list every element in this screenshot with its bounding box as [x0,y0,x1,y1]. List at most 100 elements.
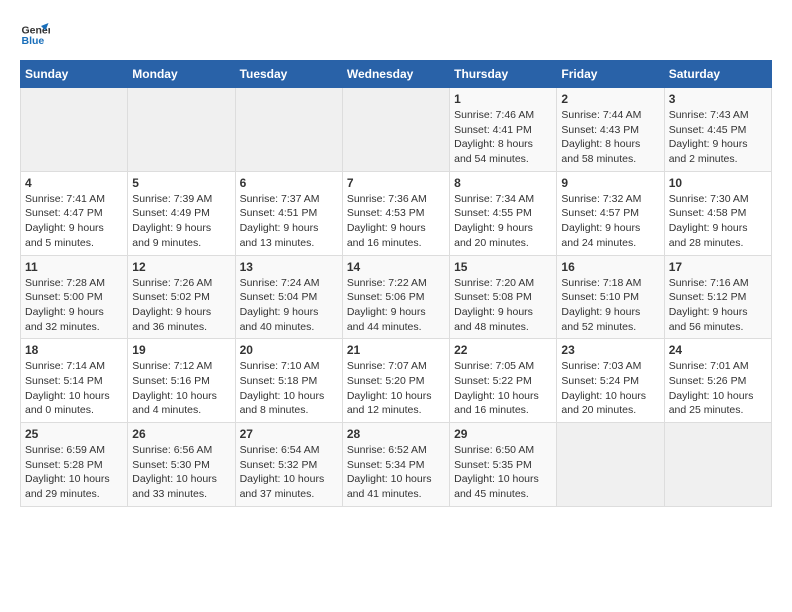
day-info: Sunrise: 7:39 AM Sunset: 4:49 PM Dayligh… [132,192,230,251]
calendar-cell: 28 Sunrise: 6:52 AM Sunset: 5:34 PM Dayli… [342,423,449,507]
calendar-week-row: 11 Sunrise: 7:28 AM Sunset: 5:00 PM Dayli… [21,255,772,339]
calendar-cell [664,423,771,507]
weekday-header: Sunday [21,61,128,88]
day-number: 25 [25,427,123,441]
day-number: 23 [561,343,659,357]
day-number: 9 [561,176,659,190]
day-number: 26 [132,427,230,441]
day-number: 29 [454,427,552,441]
day-info: Sunrise: 7:24 AM Sunset: 5:04 PM Dayligh… [240,276,338,335]
calendar-cell: 15 Sunrise: 7:20 AM Sunset: 5:08 PM Dayli… [450,255,557,339]
day-info: Sunrise: 7:01 AM Sunset: 5:26 PM Dayligh… [669,359,767,418]
calendar-cell: 1 Sunrise: 7:46 AM Sunset: 4:41 PM Daylig… [450,88,557,172]
calendar-cell: 9 Sunrise: 7:32 AM Sunset: 4:57 PM Daylig… [557,171,664,255]
calendar-cell: 16 Sunrise: 7:18 AM Sunset: 5:10 PM Dayli… [557,255,664,339]
calendar-week-row: 4 Sunrise: 7:41 AM Sunset: 4:47 PM Daylig… [21,171,772,255]
day-info: Sunrise: 6:54 AM Sunset: 5:32 PM Dayligh… [240,443,338,502]
day-number: 16 [561,260,659,274]
day-info: Sunrise: 7:20 AM Sunset: 5:08 PM Dayligh… [454,276,552,335]
day-info: Sunrise: 7:12 AM Sunset: 5:16 PM Dayligh… [132,359,230,418]
weekday-header: Monday [128,61,235,88]
day-info: Sunrise: 7:43 AM Sunset: 4:45 PM Dayligh… [669,108,767,167]
calendar: SundayMondayTuesdayWednesdayThursdayFrid… [20,60,772,507]
day-number: 24 [669,343,767,357]
day-info: Sunrise: 7:30 AM Sunset: 4:58 PM Dayligh… [669,192,767,251]
day-info: Sunrise: 7:28 AM Sunset: 5:00 PM Dayligh… [25,276,123,335]
day-info: Sunrise: 7:22 AM Sunset: 5:06 PM Dayligh… [347,276,445,335]
day-info: Sunrise: 7:03 AM Sunset: 5:24 PM Dayligh… [561,359,659,418]
day-number: 4 [25,176,123,190]
day-info: Sunrise: 7:41 AM Sunset: 4:47 PM Dayligh… [25,192,123,251]
calendar-cell: 29 Sunrise: 6:50 AM Sunset: 5:35 PM Dayli… [450,423,557,507]
calendar-cell: 7 Sunrise: 7:36 AM Sunset: 4:53 PM Daylig… [342,171,449,255]
day-info: Sunrise: 7:05 AM Sunset: 5:22 PM Dayligh… [454,359,552,418]
day-number: 5 [132,176,230,190]
day-number: 28 [347,427,445,441]
day-number: 18 [25,343,123,357]
day-number: 19 [132,343,230,357]
weekday-header: Thursday [450,61,557,88]
day-info: Sunrise: 7:36 AM Sunset: 4:53 PM Dayligh… [347,192,445,251]
day-number: 12 [132,260,230,274]
weekday-header: Friday [557,61,664,88]
calendar-cell: 27 Sunrise: 6:54 AM Sunset: 5:32 PM Dayli… [235,423,342,507]
day-number: 6 [240,176,338,190]
calendar-week-row: 1 Sunrise: 7:46 AM Sunset: 4:41 PM Daylig… [21,88,772,172]
day-info: Sunrise: 6:50 AM Sunset: 5:35 PM Dayligh… [454,443,552,502]
day-info: Sunrise: 7:34 AM Sunset: 4:55 PM Dayligh… [454,192,552,251]
calendar-cell: 4 Sunrise: 7:41 AM Sunset: 4:47 PM Daylig… [21,171,128,255]
calendar-cell: 8Sunrise: 7:34 AM Sunset: 4:55 PM Daylig… [450,171,557,255]
header: General Blue [20,20,772,50]
calendar-cell: 22 Sunrise: 7:05 AM Sunset: 5:22 PM Dayli… [450,339,557,423]
day-info: Sunrise: 7:16 AM Sunset: 5:12 PM Dayligh… [669,276,767,335]
calendar-cell: 26 Sunrise: 6:56 AM Sunset: 5:30 PM Dayli… [128,423,235,507]
day-info: Sunrise: 6:52 AM Sunset: 5:34 PM Dayligh… [347,443,445,502]
day-number: 17 [669,260,767,274]
calendar-cell: 23 Sunrise: 7:03 AM Sunset: 5:24 PM Dayli… [557,339,664,423]
day-info: Sunrise: 6:56 AM Sunset: 5:30 PM Dayligh… [132,443,230,502]
svg-text:Blue: Blue [22,35,45,47]
day-number: 15 [454,260,552,274]
calendar-week-row: 18Sunrise: 7:14 AM Sunset: 5:14 PM Dayli… [21,339,772,423]
calendar-cell: 21 Sunrise: 7:07 AM Sunset: 5:20 PM Dayli… [342,339,449,423]
logo-icon: General Blue [20,20,50,50]
day-info: Sunrise: 7:32 AM Sunset: 4:57 PM Dayligh… [561,192,659,251]
day-number: 13 [240,260,338,274]
calendar-cell: 6 Sunrise: 7:37 AM Sunset: 4:51 PM Daylig… [235,171,342,255]
day-number: 7 [347,176,445,190]
calendar-cell [128,88,235,172]
calendar-cell [21,88,128,172]
calendar-cell: 2Sunrise: 7:44 AM Sunset: 4:43 PM Daylig… [557,88,664,172]
weekday-header: Saturday [664,61,771,88]
day-number: 22 [454,343,552,357]
calendar-cell: 12 Sunrise: 7:26 AM Sunset: 5:02 PM Dayli… [128,255,235,339]
day-number: 2 [561,92,659,106]
day-number: 20 [240,343,338,357]
weekday-header: Tuesday [235,61,342,88]
day-info: Sunrise: 7:37 AM Sunset: 4:51 PM Dayligh… [240,192,338,251]
day-number: 11 [25,260,123,274]
calendar-cell: 25 Sunrise: 6:59 AM Sunset: 5:28 PM Dayli… [21,423,128,507]
day-info: Sunrise: 7:46 AM Sunset: 4:41 PM Dayligh… [454,108,552,167]
day-number: 21 [347,343,445,357]
day-number: 14 [347,260,445,274]
calendar-cell: 17 Sunrise: 7:16 AM Sunset: 5:12 PM Dayli… [664,255,771,339]
calendar-cell: 3 Sunrise: 7:43 AM Sunset: 4:45 PM Daylig… [664,88,771,172]
calendar-cell: 13 Sunrise: 7:24 AM Sunset: 5:04 PM Dayli… [235,255,342,339]
day-info: Sunrise: 6:59 AM Sunset: 5:28 PM Dayligh… [25,443,123,502]
calendar-cell [342,88,449,172]
calendar-cell: 11 Sunrise: 7:28 AM Sunset: 5:00 PM Dayli… [21,255,128,339]
calendar-cell: 14 Sunrise: 7:22 AM Sunset: 5:06 PM Dayli… [342,255,449,339]
weekday-header-row: SundayMondayTuesdayWednesdayThursdayFrid… [21,61,772,88]
calendar-cell: 10 Sunrise: 7:30 AM Sunset: 4:58 PM Dayli… [664,171,771,255]
calendar-week-row: 25 Sunrise: 6:59 AM Sunset: 5:28 PM Dayli… [21,423,772,507]
day-info: Sunrise: 7:18 AM Sunset: 5:10 PM Dayligh… [561,276,659,335]
day-number: 10 [669,176,767,190]
day-number: 3 [669,92,767,106]
weekday-header: Wednesday [342,61,449,88]
logo: General Blue [20,20,54,50]
day-number: 27 [240,427,338,441]
day-info: Sunrise: 7:26 AM Sunset: 5:02 PM Dayligh… [132,276,230,335]
day-number: 1 [454,92,552,106]
day-info: Sunrise: 7:07 AM Sunset: 5:20 PM Dayligh… [347,359,445,418]
